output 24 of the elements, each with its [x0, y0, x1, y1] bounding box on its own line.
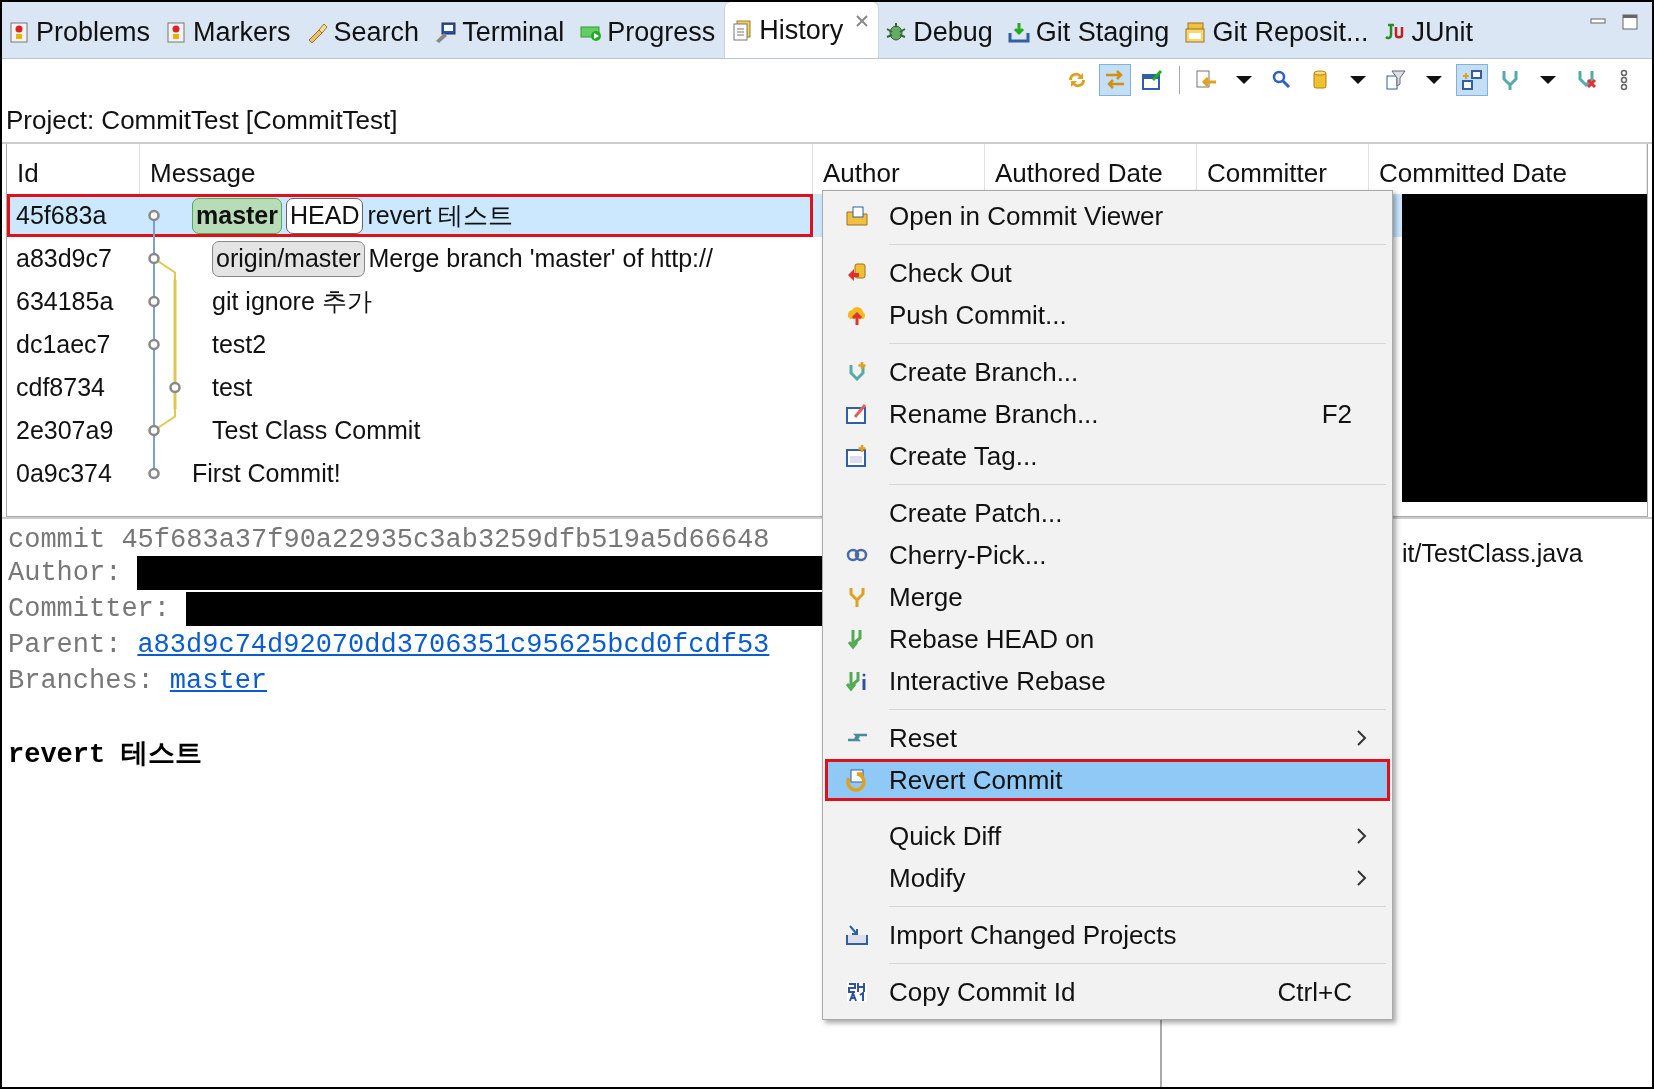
commit-id: 45f683a — [15, 201, 108, 230]
commit-message: Test Class Commit — [212, 416, 421, 445]
commit-hash-line: commit 45f683a37f90a22935c3ab3259dfb519a5d66648 — [8, 525, 770, 555]
branches-label: Branches: — [8, 666, 154, 696]
project-label: Project: CommitTest [CommitTest] — [2, 101, 1652, 144]
branch-tag: master — [192, 197, 282, 234]
commit-id: 0a9c374 — [15, 459, 113, 488]
commit-id: cdf8734 — [15, 373, 106, 402]
commit-message: First Commit! — [192, 459, 341, 488]
commit-id: dc1aec7 — [15, 330, 112, 359]
commit-message-text: revert 테스트 — [8, 739, 203, 771]
commit-message: Merge branch 'master' of http:// — [368, 244, 713, 273]
parent-label: Parent: — [8, 630, 122, 660]
commit-message: revert 테스트 — [367, 200, 514, 231]
committer-label: Committer: — [8, 594, 171, 624]
commit-message: git ignore 추가 — [212, 286, 372, 317]
commit-message: test2 — [212, 330, 267, 359]
commit-id: 2e307a9 — [15, 416, 115, 445]
author-label: Author: — [8, 558, 122, 588]
commit-message: test — [212, 373, 253, 402]
commit-id: a83d9c7 — [15, 244, 113, 273]
commit-id: 634185a — [15, 287, 115, 316]
branch-tag: origin/master — [212, 240, 365, 277]
head-tag: HEAD — [286, 197, 364, 234]
